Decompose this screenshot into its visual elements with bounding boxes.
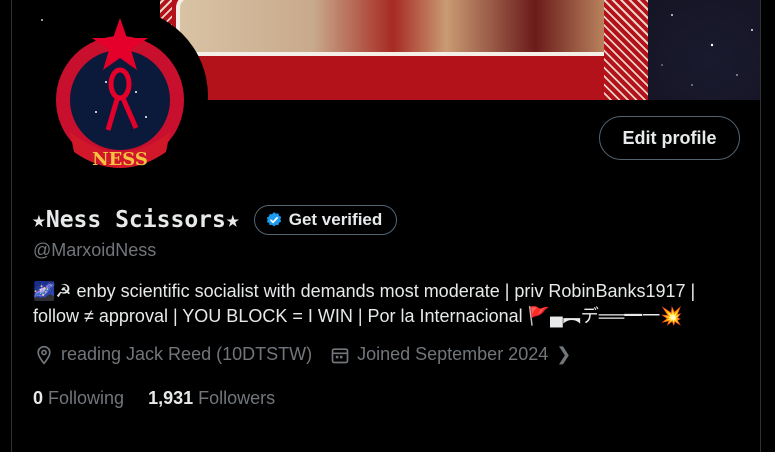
name-row: ★Ness Scissors★ Get verified [32,205,398,235]
following-label: Following [48,388,125,408]
banner-poster-frame [160,0,648,100]
display-name: ★Ness Scissors★ [32,207,240,233]
right-border [760,0,761,452]
avatar-emblem-image: NESS [56,18,184,170]
bio-line-2: follow ≠ approval | YOU BLOCK = I WIN | … [33,306,683,326]
following-count: 0 [33,388,44,408]
verified-badge-icon [266,212,281,227]
get-verified-label: Get verified [288,210,383,229]
chevron-right-icon: ❯ [556,344,572,364]
avatar[interactable]: NESS [32,8,208,184]
followers-label: Followers [198,388,276,408]
get-verified-button[interactable]: Get verified [253,205,398,235]
profile-bio: 🌌☭ enby scientific socialist with demand… [33,279,748,329]
following-link[interactable]: 0 Following [33,388,124,409]
follow-stats: 0 Following 1,931 Followers [33,388,299,409]
location-pin-icon [37,345,51,365]
edit-profile-button[interactable]: Edit profile [599,116,740,160]
banner-pattern-right [604,0,648,100]
location-item: reading Jack Reed (10DTSTW) [34,344,312,365]
joined-item[interactable]: Joined September 2024 ❯ [330,344,571,365]
banner-poster-image [176,0,628,56]
profile-meta: reading Jack Reed (10DTSTW) Joined Septe… [34,344,589,365]
joined-text: Joined September 2024 [357,344,549,364]
avatar-banner-text: NESS [92,149,148,170]
followers-count: 1,931 [148,388,194,408]
user-handle: @MarxoidNess [33,240,157,260]
bio-line-1: 🌌☭ enby scientific socialist with demand… [33,281,696,301]
location-text: reading Jack Reed (10DTSTW) [61,344,313,364]
followers-link[interactable]: 1,931 Followers [148,388,275,409]
calendar-icon [331,347,349,363]
